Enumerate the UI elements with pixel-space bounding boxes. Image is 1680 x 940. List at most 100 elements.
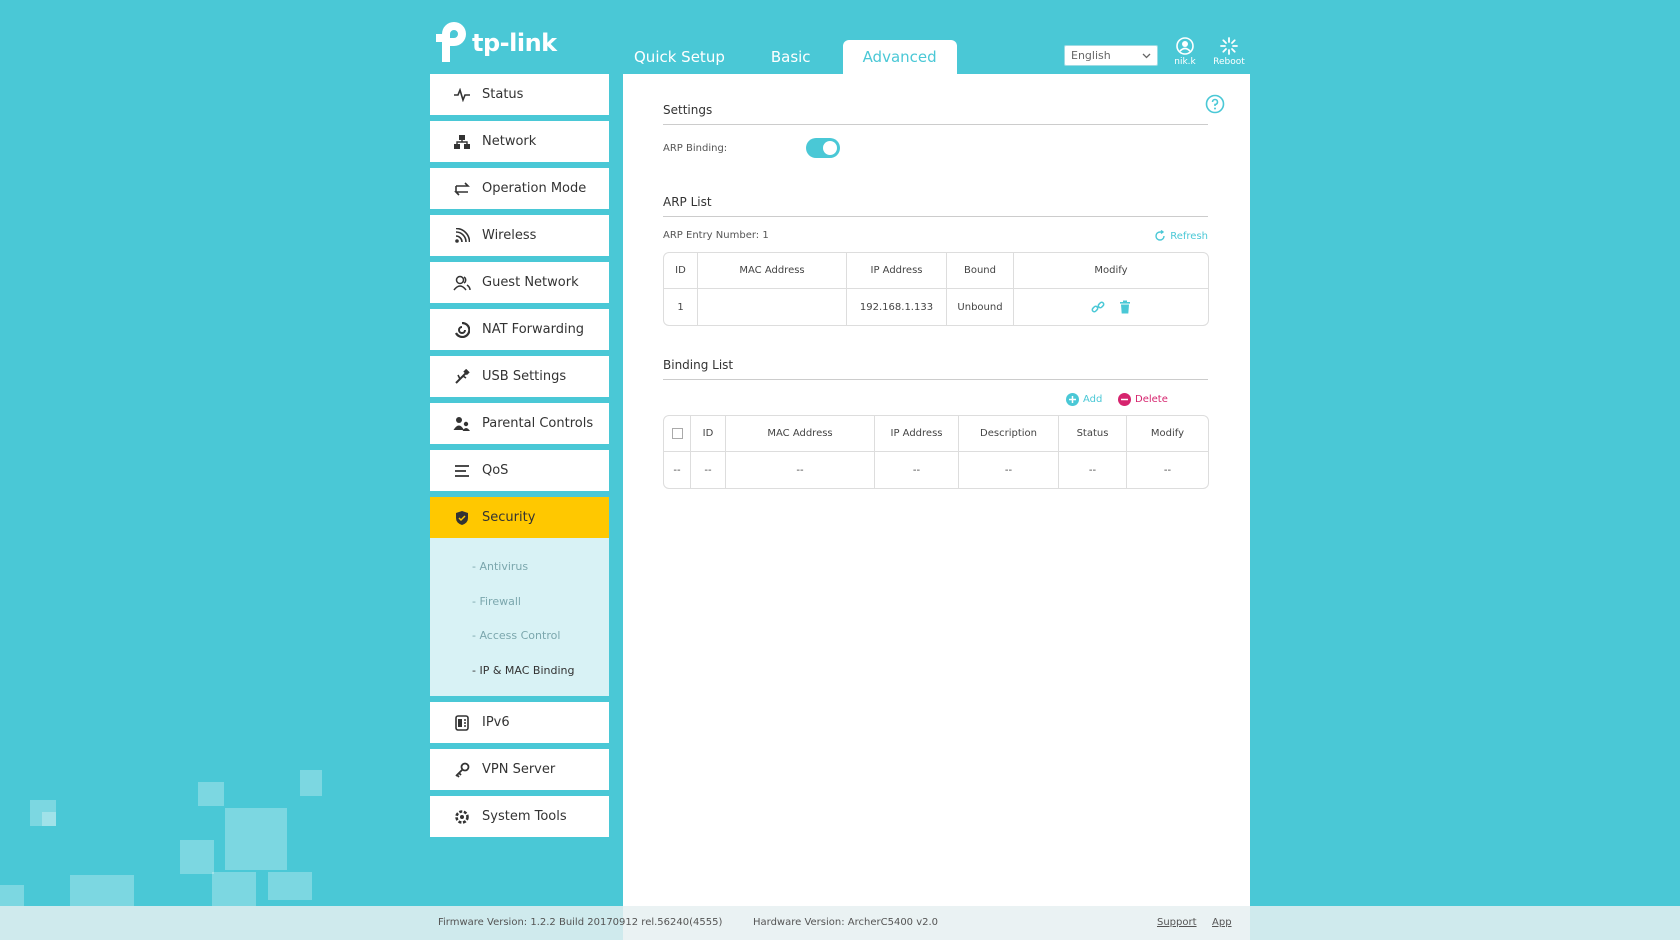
background-pattern <box>300 770 322 796</box>
table-row: -- -- -- -- -- -- -- <box>664 452 1208 488</box>
column-header: ID <box>691 416 726 452</box>
background-pattern <box>70 875 134 906</box>
reboot-icon <box>1220 37 1238 55</box>
logo-icon <box>430 22 470 64</box>
settings-section-title: Settings <box>663 103 713 117</box>
tab-advanced[interactable]: Advanced <box>842 40 957 74</box>
chevron-down-icon <box>1142 53 1151 58</box>
app-link[interactable]: App <box>1212 917 1232 928</box>
cell-placeholder: -- <box>1059 452 1127 488</box>
tp-link-logo: tp-link <box>430 22 557 64</box>
arp-list-table: ID MAC Address IP Address Bound Modify 1… <box>663 252 1209 326</box>
gear-icon <box>452 807 472 827</box>
sidebar-item-vpn-server[interactable]: VPN Server <box>430 749 609 790</box>
cell-mac <box>698 289 847 325</box>
user-label: nik.k <box>1174 57 1196 67</box>
sidebar-item-label: Guest Network <box>482 275 579 290</box>
trash-icon[interactable] <box>1119 300 1131 314</box>
column-header: ID <box>664 253 698 289</box>
submenu-item-ip-mac-binding[interactable]: IP & MAC Binding <box>472 654 609 689</box>
wireless-icon <box>452 226 472 246</box>
nat-forwarding-icon <box>452 320 472 340</box>
table-header-row: ID MAC Address IP Address Description St… <box>664 416 1208 452</box>
sidebar-item-guest-network[interactable]: Guest Network <box>430 262 609 303</box>
sidebar-item-network[interactable]: Network <box>430 121 609 162</box>
section-divider <box>663 124 1208 125</box>
language-value: English <box>1071 49 1111 62</box>
qos-icon <box>452 461 472 481</box>
background-pattern <box>198 782 224 806</box>
sidebar-item-usb-settings[interactable]: USB Settings <box>430 356 609 397</box>
user-button[interactable]: nik.k <box>1165 36 1205 67</box>
submenu-item-antivirus[interactable]: Antivirus <box>472 550 609 585</box>
ipv6-icon <box>452 713 472 733</box>
sidebar-item-label: NAT Forwarding <box>482 322 585 337</box>
help-icon[interactable] <box>1205 94 1225 114</box>
cell-bound: Unbound <box>947 289 1014 325</box>
cell-placeholder: -- <box>664 452 691 488</box>
sidebar-item-ipv6[interactable]: IPv6 <box>430 702 609 743</box>
sidebar-item-label: IPv6 <box>482 715 510 730</box>
usb-icon <box>452 367 472 387</box>
hardware-version: Hardware Version: ArcherC5400 v2.0 <box>753 917 939 928</box>
parental-controls-icon <box>452 414 472 434</box>
cell-placeholder: -- <box>875 452 959 488</box>
background-pattern <box>225 808 287 870</box>
main-panel: Settings ARP Binding: ARP List ARP Entry… <box>623 74 1250 940</box>
cell-placeholder: -- <box>1163 464 1172 476</box>
language-select[interactable]: English <box>1064 45 1158 66</box>
sidebar-item-status[interactable]: Status <box>430 74 609 115</box>
binding-list-section-title: Binding List <box>663 358 734 372</box>
link-icon[interactable] <box>1091 300 1105 314</box>
submenu-item-firewall[interactable]: Firewall <box>472 585 609 620</box>
logo-text: tp-link <box>472 29 557 57</box>
sidebar-item-label: Security <box>482 510 536 525</box>
column-header: Status <box>1059 416 1127 452</box>
sidebar-item-security[interactable]: Security <box>430 497 609 538</box>
cell-placeholder: -- <box>726 452 875 488</box>
sidebar-item-label: Operation Mode <box>482 181 587 196</box>
sidebar: Status Network Operation Mode Wireless G… <box>430 74 609 843</box>
add-icon <box>1066 393 1079 406</box>
security-submenu: Antivirus Firewall Access Control IP & M… <box>430 538 609 696</box>
sidebar-item-operation-mode[interactable]: Operation Mode <box>430 168 609 209</box>
tab-quick-setup[interactable]: Quick Setup <box>620 40 739 74</box>
refresh-label: Refresh <box>1170 230 1208 242</box>
user-icon <box>1176 37 1194 55</box>
add-button[interactable]: Add <box>1066 393 1102 406</box>
sidebar-item-label: Wireless <box>482 228 537 243</box>
tab-basic[interactable]: Basic <box>757 40 825 74</box>
refresh-icon <box>1155 230 1165 241</box>
table-row: 1 192.168.1.133 Unbound <box>664 289 1208 325</box>
select-all-cell <box>664 416 691 452</box>
sidebar-item-nat-forwarding[interactable]: NAT Forwarding <box>430 309 609 350</box>
column-header: MAC Address <box>726 416 875 452</box>
background-pattern <box>180 840 214 874</box>
refresh-button[interactable]: Refresh <box>1154 230 1208 242</box>
guest-network-icon <box>452 273 472 293</box>
sidebar-item-wireless[interactable]: Wireless <box>430 215 609 256</box>
support-link[interactable]: Support <box>1157 917 1197 928</box>
sidebar-item-label: USB Settings <box>482 369 567 384</box>
sidebar-item-system-tools[interactable]: System Tools <box>430 796 609 837</box>
arp-entry-number-value: 1 <box>762 230 769 241</box>
sidebar-item-label: VPN Server <box>482 762 556 777</box>
sidebar-item-qos[interactable]: QoS <box>430 450 609 491</box>
cell-placeholder: -- <box>691 452 726 488</box>
select-all-checkbox[interactable] <box>671 427 683 439</box>
arp-binding-toggle[interactable] <box>806 138 840 158</box>
network-icon <box>452 132 472 152</box>
cell-placeholder: -- <box>959 452 1059 488</box>
background-pattern <box>268 872 312 900</box>
sidebar-item-parental-controls[interactable]: Parental Controls <box>430 403 609 444</box>
background-pattern <box>212 872 256 906</box>
sidebar-item-label: Status <box>482 87 524 102</box>
pulse-icon <box>452 85 472 105</box>
reboot-button[interactable]: Reboot <box>1209 36 1249 67</box>
arp-binding-label: ARP Binding: <box>663 143 728 154</box>
submenu-item-access-control[interactable]: Access Control <box>472 619 609 654</box>
column-header: IP Address <box>875 416 959 452</box>
delete-button[interactable]: Delete <box>1118 393 1168 406</box>
reboot-label: Reboot <box>1213 57 1245 67</box>
column-header: Bound <box>947 253 1014 289</box>
